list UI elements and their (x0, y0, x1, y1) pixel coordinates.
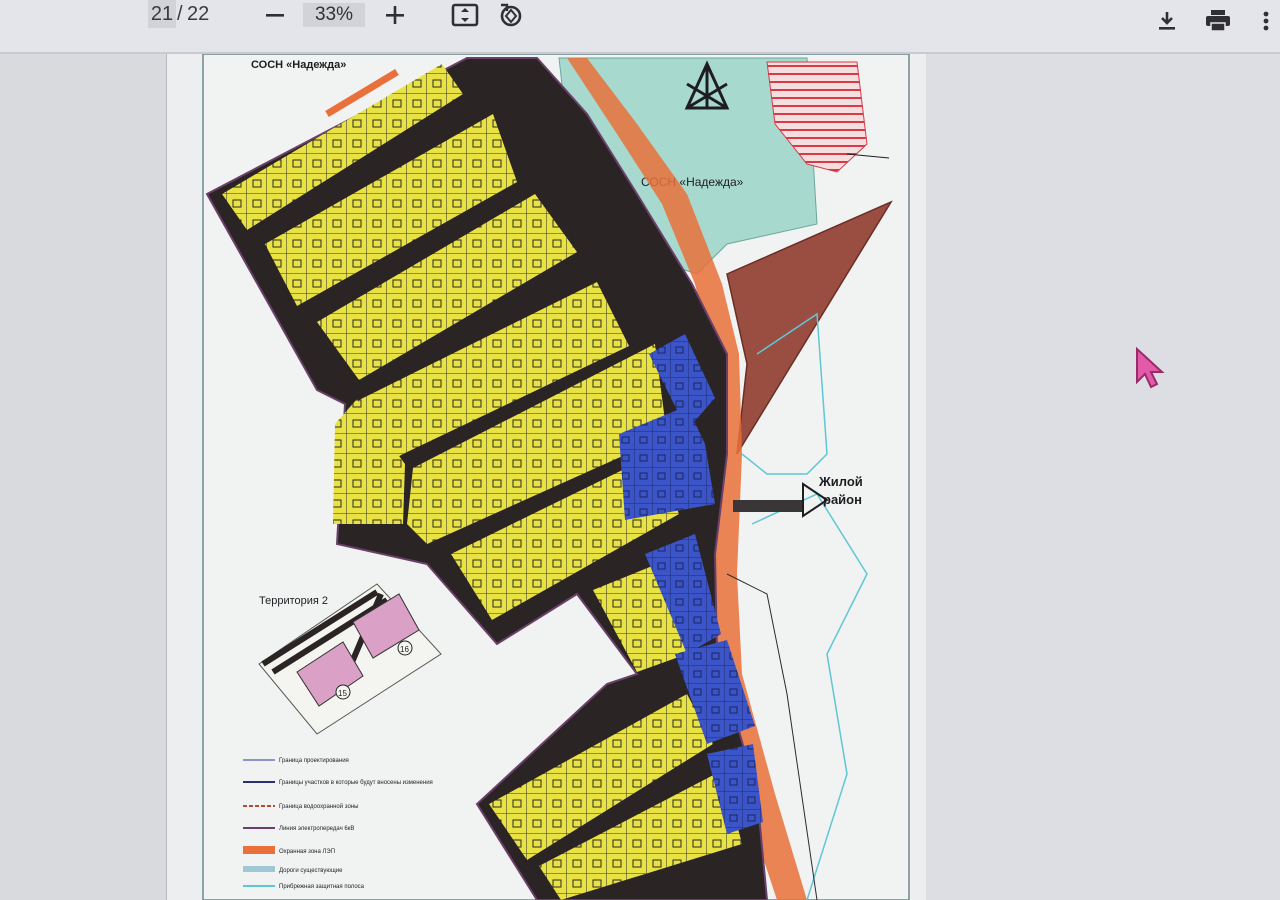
print-button[interactable] (1202, 6, 1234, 36)
mouse-cursor-icon (1136, 346, 1165, 389)
document-page[interactable]: СОСН «Надежда» Жилой район СОСН «Надежда… (166, 54, 928, 900)
download-icon (1159, 12, 1175, 30)
page-total: 22 (187, 3, 210, 25)
download-button[interactable] (1154, 6, 1180, 36)
left-panel (0, 54, 166, 900)
page-number-input[interactable]: 21 (148, 0, 176, 28)
zoom-in-button[interactable] (382, 0, 408, 30)
inset-title: Территория 2 (259, 595, 328, 607)
page-separator: / (177, 3, 183, 25)
district-label-line1: Жилой (818, 474, 863, 489)
minus-icon (266, 14, 284, 17)
legend-swatch-roads (243, 866, 275, 872)
top-left-forest-label: СОСН «Надежда» (251, 59, 346, 71)
legend-item-3: Граница водоохранной зоны (279, 803, 358, 810)
legend-item-2: Границы участков в которые будут вносены… (279, 780, 433, 786)
legend-item-6: Дороги существующие (279, 868, 343, 874)
zoom-level-field[interactable]: 33% (303, 3, 365, 27)
print-icon (1206, 10, 1230, 32)
inset-plot-15: 15 (338, 689, 347, 698)
rotate-button[interactable] (496, 0, 526, 30)
viewer-toolbar: 21 / 22 33% (0, 0, 1280, 54)
fit-page-icon (451, 3, 479, 27)
more-vertical-icon (1263, 11, 1269, 31)
legend-item-7: Прибрежная защитная полоса (279, 884, 365, 890)
master-plan-drawing: СОСН «Надежда» Жилой район СОСН «Надежда… (202, 54, 910, 900)
legend-item-5: Охранная зона ЛЭП (279, 849, 335, 855)
more-options-button[interactable] (1256, 6, 1276, 36)
legend-item-4: Линия электропередач 6кВ (279, 826, 354, 832)
district-label-line2: район (823, 492, 862, 507)
right-panel (926, 54, 1280, 900)
district-connector-road (733, 500, 803, 512)
zoom-out-button[interactable] (262, 0, 288, 30)
legend-swatch-power-zone (243, 846, 275, 854)
fit-page-button[interactable] (450, 0, 480, 30)
legend-item-1: Граница проектирования (279, 758, 349, 764)
plus-icon (386, 6, 404, 24)
inset-plot-16: 16 (400, 645, 409, 654)
rotate-icon (500, 3, 522, 27)
